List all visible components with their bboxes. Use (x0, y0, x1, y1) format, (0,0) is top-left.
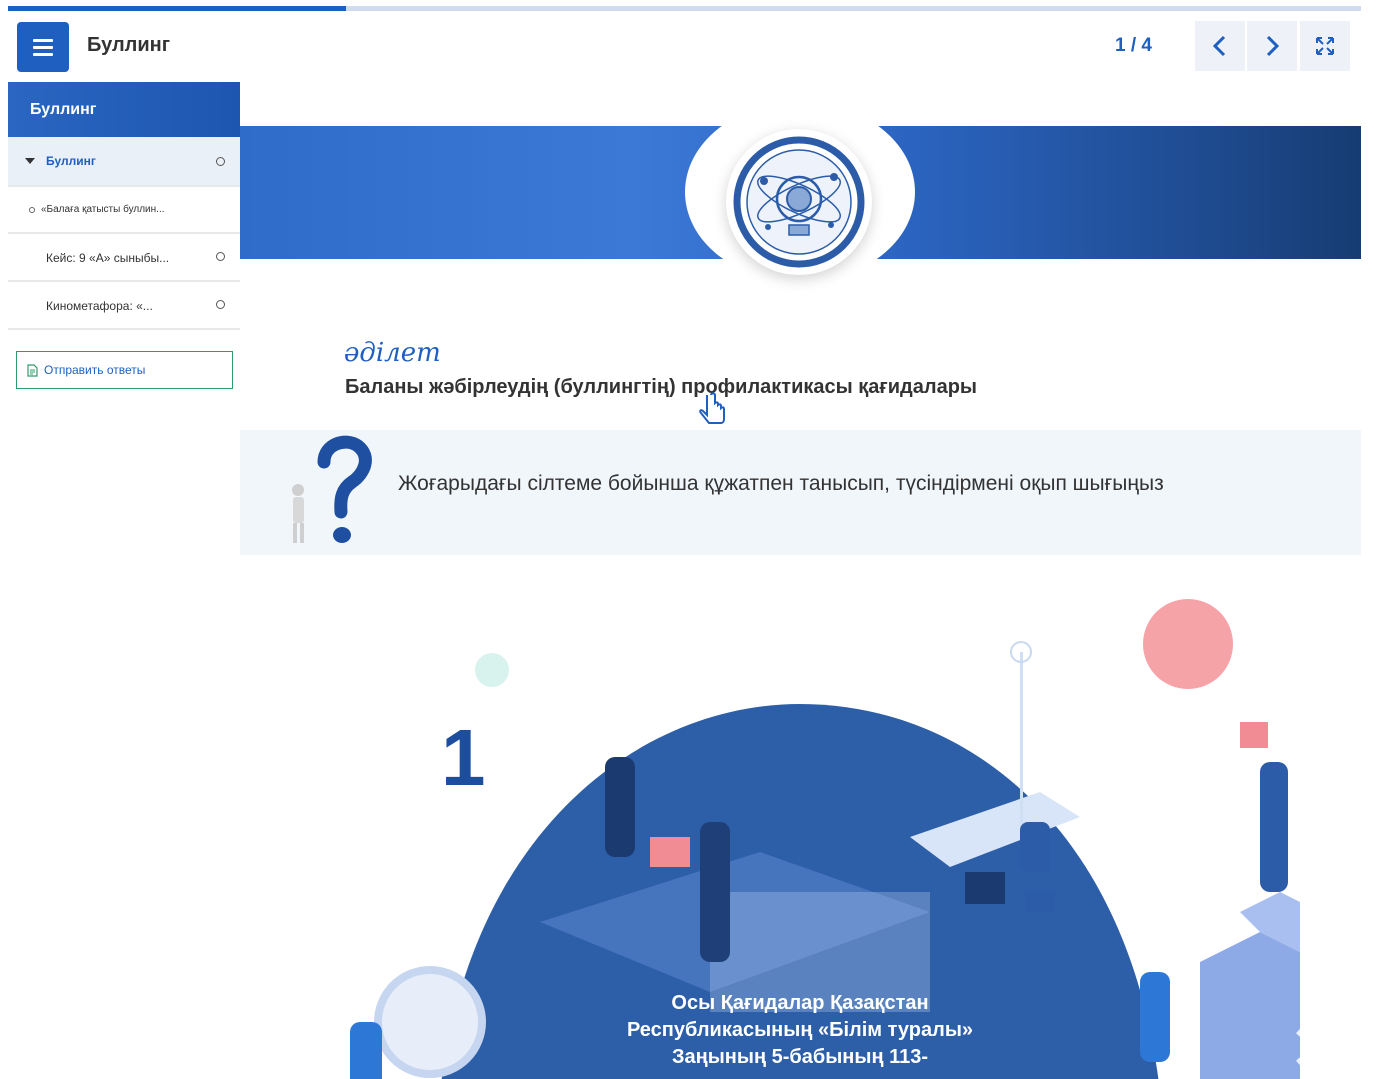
menu-icon (33, 38, 53, 42)
main-content: әділет Баланы жәбірлеудің (буллингтің) п… (240, 82, 1361, 1079)
instruction-box: Жоғарыдағы сілтеме бойынша құжатпен таны… (240, 430, 1361, 555)
next-page-button[interactable] (1247, 21, 1297, 71)
top-header: Буллинг 1 / 4 (0, 11, 1392, 81)
sidebar-item-label: Кейс: 9 «А» сыныбы... (46, 251, 170, 265)
sidebar-item-case[interactable]: Кейс: 9 «А» сыныбы... (8, 234, 240, 282)
document-icon (27, 363, 38, 377)
sidebar-heading: Буллинг (8, 82, 240, 137)
send-answers-label: Отправить ответы (44, 363, 146, 377)
fullscreen-icon (1316, 37, 1334, 55)
hand-cursor-icon (699, 392, 730, 427)
adilet-logo: әділет (344, 338, 441, 368)
next-slide-arrow-icon[interactable] (1290, 1025, 1324, 1069)
sidebar-item-label: Буллинг (46, 154, 96, 168)
chevron-left-icon (1212, 35, 1226, 57)
instruction-text: Жоғарыдағы сілтеме бойынша құжатпен таны… (398, 472, 1164, 495)
bullet-icon (29, 207, 35, 213)
sidebar-item-bulling[interactable]: Буллинг (8, 137, 240, 187)
status-circle-icon (216, 252, 225, 261)
caret-down-icon (25, 158, 35, 164)
sidebar-subitem-child-bullying[interactable]: «Балаға қатысты буллин... (8, 187, 240, 234)
science-emblem-icon (733, 136, 865, 268)
send-answers-button[interactable]: Отправить ответы (16, 351, 233, 389)
question-mark-icon (292, 435, 372, 543)
slide-number: 1 (441, 713, 486, 802)
sidebar: Буллинг Буллинг «Балаға қатысты буллин..… (8, 82, 240, 1079)
sidebar-item-label: Кинометафора: «... (46, 299, 153, 313)
fullscreen-button[interactable] (1300, 21, 1350, 71)
document-link[interactable]: Баланы жәбірлеудің (буллингтің) профилак… (345, 376, 977, 399)
page-counter: 1 / 4 (1115, 35, 1152, 56)
science-logo (726, 129, 872, 275)
illustration: 1 Осы Қағидалар Қазақстан Республикасыны… (240, 592, 1361, 1079)
sidebar-item-label: «Балаға қатысты буллин... (41, 204, 165, 215)
menu-button[interactable] (17, 22, 69, 72)
sidebar-item-kinometafora[interactable]: Кинометафора: «... (8, 282, 240, 330)
course-title: Буллинг (87, 34, 171, 56)
status-circle-icon (216, 157, 225, 166)
illustration-caption: Осы Қағидалар Қазақстан Республикасының … (626, 992, 974, 1068)
previous-page-button[interactable] (1195, 21, 1245, 71)
chevron-right-icon (1266, 35, 1280, 57)
status-circle-icon (216, 300, 225, 309)
